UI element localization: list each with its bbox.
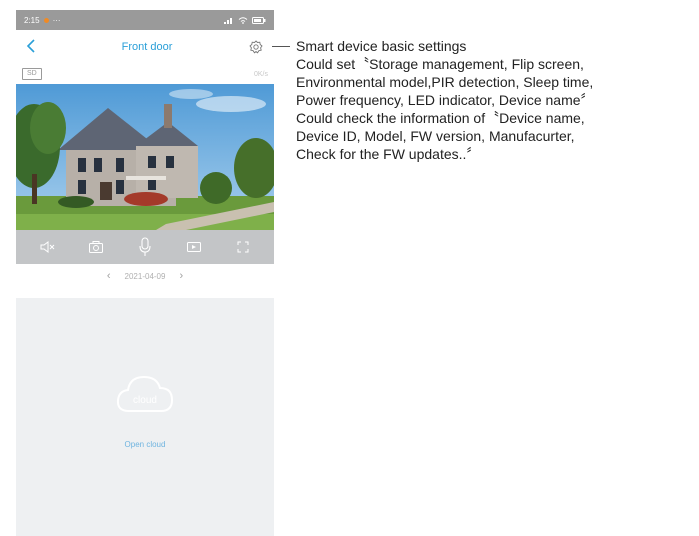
annotation-line: Could check the information of〝Device na…	[296, 110, 585, 126]
annotation-line: Device ID, Model, FW version, Manufacurt…	[296, 128, 575, 144]
app-screen: 2:15 ··· Front door SD 0K/s ‹ 2021-04-09…	[16, 10, 274, 536]
talk-button[interactable]	[135, 237, 155, 257]
previous-date-button[interactable]: ‹	[107, 270, 111, 282]
snapshot-button[interactable]	[86, 237, 106, 257]
chevron-left-icon	[26, 38, 35, 53]
signal-icon	[224, 17, 232, 24]
house-camera-image	[16, 84, 274, 230]
sd-quality-button[interactable]: SD	[22, 68, 42, 80]
stream-info-bar: SD 0K/s	[16, 64, 274, 84]
status-icons	[224, 16, 266, 24]
cloud-icon-label: cloud	[133, 395, 157, 406]
open-cloud-link[interactable]: Open cloud	[16, 440, 274, 449]
speaker-mute-icon	[40, 241, 54, 253]
cloud-storage-panel: cloud Open cloud	[16, 298, 274, 536]
current-date: 2021-04-09	[124, 271, 166, 281]
status-dots: ···	[52, 15, 61, 25]
mute-button[interactable]	[37, 237, 57, 257]
battery-icon	[252, 16, 266, 24]
microphone-icon	[139, 237, 151, 256]
status-left: 2:15 ···	[24, 16, 61, 25]
annotation-line: Smart device basic settings	[296, 38, 467, 54]
status-bar: 2:15 ···	[16, 10, 274, 30]
stream-rate: 0K/s	[253, 70, 268, 78]
fullscreen-button[interactable]	[233, 237, 253, 257]
cloud-icon: cloud	[116, 375, 174, 412]
wifi-icon	[238, 16, 248, 24]
annotation-line: Environmental model,PIR detection, Sleep…	[296, 74, 594, 90]
nav-bar: Front door	[16, 30, 274, 64]
back-button[interactable]	[26, 37, 46, 58]
record-button[interactable]	[184, 237, 204, 257]
video-record-icon	[187, 242, 202, 252]
annotation-leader-line	[272, 46, 290, 47]
settings-annotation: Smart device basic settings Could set〝St…	[296, 37, 696, 163]
settings-button[interactable]	[248, 39, 264, 55]
status-time: 2:15	[24, 15, 40, 25]
live-video-feed[interactable]	[16, 84, 274, 230]
next-date-button[interactable]: ›	[179, 270, 183, 282]
gear-icon	[249, 40, 263, 54]
date-selector: ‹ 2021-04-09 ›	[16, 264, 274, 288]
notification-dot-icon	[43, 17, 49, 23]
fullscreen-icon	[237, 241, 249, 253]
annotation-line: Power frequency, LED indicator, Device n…	[296, 92, 595, 108]
annotation-line: Check for the FW updates..〞	[296, 146, 481, 162]
video-controls	[16, 230, 274, 264]
annotation-line: Could set〝Storage management, Flip scree…	[296, 56, 584, 72]
page-title: Front door	[121, 41, 173, 53]
camera-icon	[88, 241, 103, 253]
